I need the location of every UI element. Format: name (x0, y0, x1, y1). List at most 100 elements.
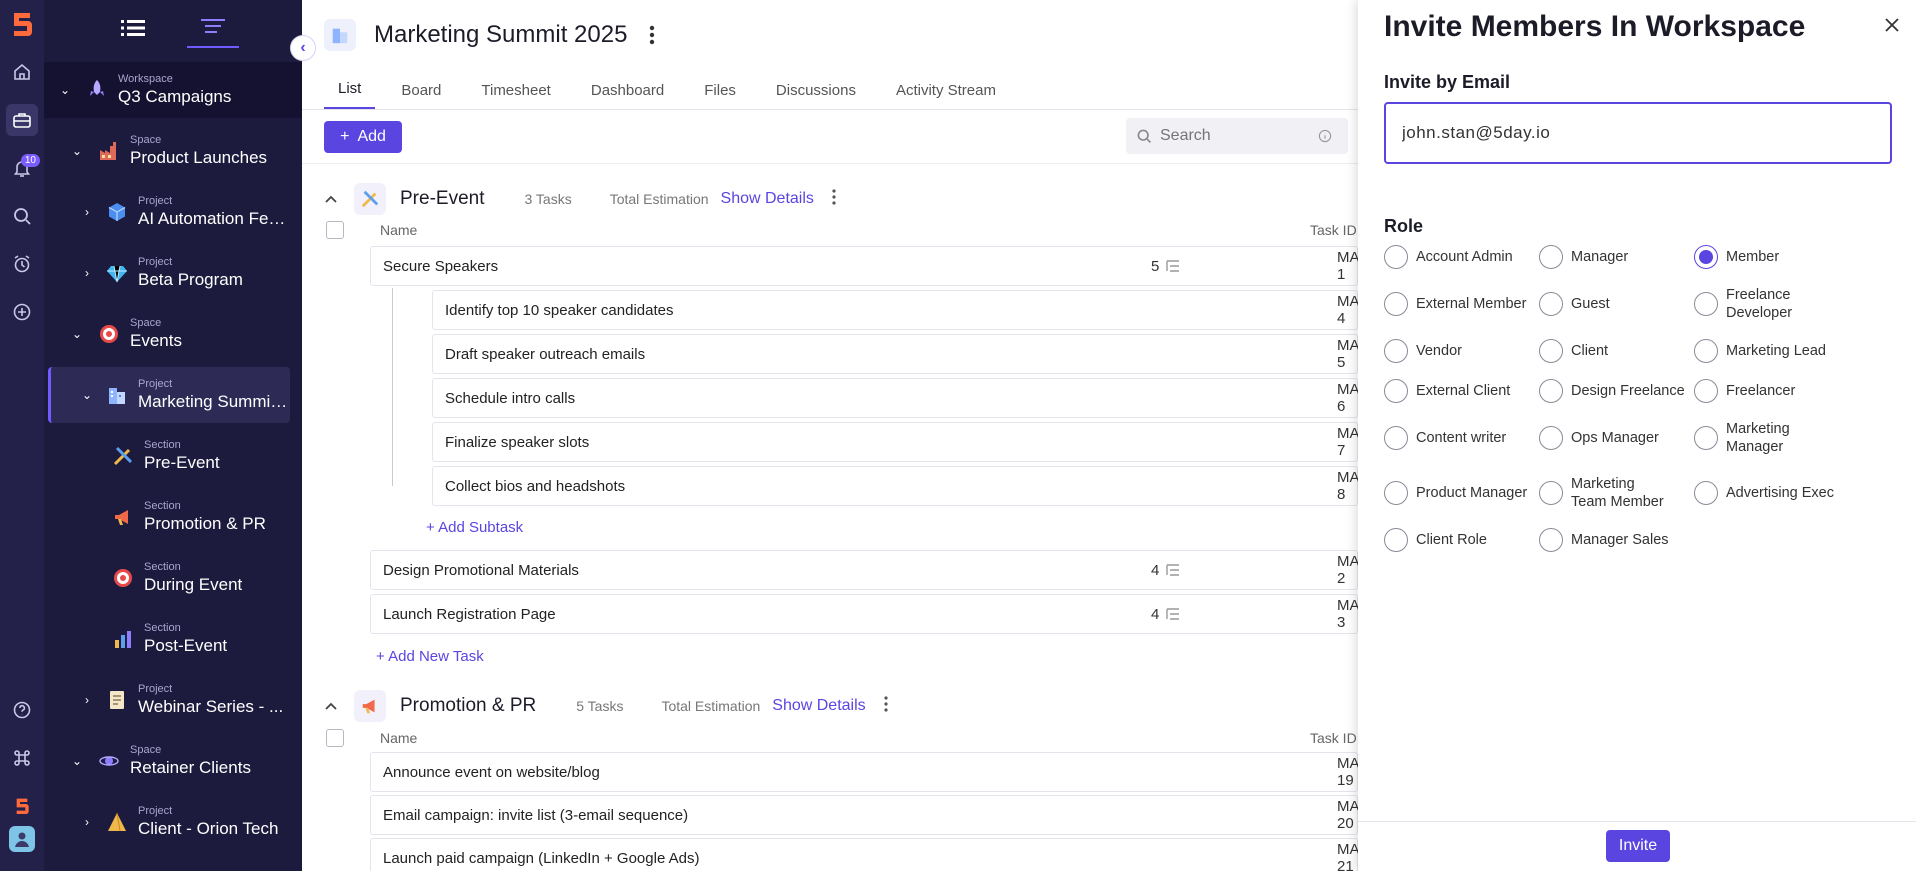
invite-button[interactable]: Invite (1606, 830, 1670, 862)
tab-board[interactable]: Board (387, 82, 455, 109)
radio-button[interactable] (1384, 481, 1408, 505)
table-row[interactable]: Announce event on website/blog MA40-19 (370, 752, 1381, 792)
select-all-checkbox[interactable] (326, 221, 344, 239)
chevron-up-icon[interactable] (324, 191, 342, 207)
radio-button[interactable] (1384, 528, 1408, 552)
search-input[interactable] (1160, 127, 1310, 145)
radio-button[interactable] (1539, 379, 1563, 403)
table-row[interactable]: Design Promotional Materials 4 MA40-2 (370, 550, 1381, 590)
briefcase-icon[interactable] (6, 104, 38, 136)
role-option[interactable]: Marketing Team Member (1539, 475, 1669, 511)
bell-icon[interactable]: 10 (6, 152, 40, 184)
radio-button[interactable] (1694, 481, 1718, 505)
tree-node-project-ai-automation[interactable]: › Project AI Automation Fea... (44, 184, 302, 240)
role-option[interactable]: Client Role (1384, 528, 1544, 552)
info-icon[interactable] (1318, 129, 1332, 143)
select-all-checkbox[interactable] (326, 729, 344, 747)
alarm-clock-icon[interactable] (6, 248, 38, 280)
home-icon[interactable] (6, 56, 38, 88)
radio-button[interactable] (1694, 379, 1718, 403)
radio-button[interactable] (1539, 481, 1563, 505)
role-option[interactable]: Manager Sales (1539, 528, 1699, 552)
tree-node-section-during-event[interactable]: Section During Event (44, 550, 302, 606)
search-box[interactable] (1126, 118, 1348, 154)
subtask-row[interactable]: Collect bios and headshots MA40-8 (432, 466, 1381, 506)
tree-node-project-webinar-series[interactable]: › Project Webinar Series - ... (44, 672, 302, 728)
collapse-sidebar-button[interactable]: ‹ (290, 35, 316, 61)
radio-button[interactable] (1539, 528, 1563, 552)
role-option[interactable]: Member (1694, 245, 1854, 269)
role-option[interactable]: Freelance Developer (1694, 286, 1814, 322)
role-option[interactable]: External Member (1384, 292, 1544, 316)
role-option[interactable]: Advertising Exec (1694, 481, 1854, 505)
chevron-up-icon[interactable] (324, 698, 342, 714)
role-option[interactable]: Vendor (1384, 339, 1544, 363)
show-details-link[interactable]: Show Details (721, 190, 814, 208)
table-row[interactable]: Secure Speakers 5 MA40-1 (370, 246, 1381, 286)
radio-button[interactable] (1694, 292, 1718, 316)
table-row[interactable]: Launch Registration Page 4 MA40-3 (370, 594, 1381, 634)
command-icon[interactable] (6, 742, 38, 774)
tree-node-section-pre-event[interactable]: Section Pre-Event (44, 428, 302, 484)
add-circle-icon[interactable] (6, 296, 38, 328)
role-option[interactable]: Manager (1539, 245, 1699, 269)
tree-node-project-marketing-summit[interactable]: ⌄ Project Marketing Summit... (48, 367, 290, 423)
role-option[interactable]: Design Freelance (1539, 379, 1689, 403)
tab-activity-stream[interactable]: Activity Stream (882, 82, 1010, 109)
role-option[interactable]: Marketing Manager (1694, 420, 1814, 456)
radio-button[interactable] (1539, 426, 1563, 450)
radio-button[interactable] (1384, 292, 1408, 316)
tab-timesheet[interactable]: Timesheet (467, 82, 564, 109)
subtask-row[interactable]: Draft speaker outreach emails MA40-5 (432, 334, 1381, 374)
radio-button[interactable] (1694, 339, 1718, 363)
role-option[interactable]: Product Manager (1384, 481, 1544, 505)
radio-button[interactable] (1539, 245, 1563, 269)
radio-button[interactable] (1694, 245, 1718, 269)
tree-view-icon[interactable] (187, 8, 239, 48)
search-icon[interactable] (6, 200, 38, 232)
tree-node-project-client-orion[interactable]: › Project Client - Orion Tech (44, 794, 302, 850)
brand-mark-icon[interactable] (6, 790, 38, 822)
more-options-icon[interactable] (884, 695, 888, 717)
add-new-task-link[interactable]: + Add New Task (376, 648, 484, 665)
list-view-icon[interactable] (107, 8, 159, 48)
radio-button[interactable] (1694, 426, 1718, 450)
tree-node-section-promotion-pr[interactable]: Section Promotion & PR (44, 489, 302, 545)
more-options-icon[interactable] (649, 24, 655, 46)
subtask-row[interactable]: Schedule intro calls MA40-6 (432, 378, 1381, 418)
tab-discussions[interactable]: Discussions (762, 82, 870, 109)
role-option[interactable]: Account Admin (1384, 245, 1544, 269)
tab-dashboard[interactable]: Dashboard (577, 82, 678, 109)
show-details-link[interactable]: Show Details (772, 697, 865, 715)
tree-node-space-product-launches[interactable]: ⌄ Space Product Launches (44, 123, 302, 179)
tree-node-project-partial[interactable]: Project (44, 855, 302, 871)
role-option[interactable]: Content writer (1384, 426, 1544, 450)
radio-button[interactable] (1384, 379, 1408, 403)
radio-button[interactable] (1384, 245, 1408, 269)
tree-node-workspace[interactable]: ⌄ Workspace Q3 Campaigns (44, 62, 302, 118)
email-field[interactable] (1384, 102, 1892, 164)
close-icon[interactable] (1884, 16, 1900, 39)
tree-node-section-post-event[interactable]: Section Post-Event (44, 611, 302, 667)
radio-button[interactable] (1539, 339, 1563, 363)
role-option[interactable]: Guest (1539, 292, 1699, 316)
tab-files[interactable]: Files (690, 82, 750, 109)
role-option[interactable]: Freelancer (1694, 379, 1854, 403)
tree-node-project-beta-program[interactable]: › Project Beta Program (44, 245, 302, 301)
tree-node-space-retainer-clients[interactable]: ⌄ Space Retainer Clients (44, 733, 302, 789)
table-row[interactable]: Launch paid campaign (LinkedIn + Google … (370, 838, 1381, 871)
add-button[interactable]: + Add (324, 121, 402, 153)
radio-button[interactable] (1539, 292, 1563, 316)
role-option[interactable]: External Client (1384, 379, 1544, 403)
more-options-icon[interactable] (832, 188, 836, 210)
radio-button[interactable] (1384, 426, 1408, 450)
tree-node-space-events[interactable]: ⌄ Space Events (44, 306, 302, 362)
role-option[interactable]: Ops Manager (1539, 426, 1699, 450)
app-logo-icon[interactable] (6, 8, 38, 40)
role-option[interactable]: Marketing Lead (1694, 339, 1854, 363)
subtask-row[interactable]: Identify top 10 speaker candidates MA40-… (432, 290, 1381, 330)
role-option[interactable]: Client (1539, 339, 1699, 363)
subtask-row[interactable]: Finalize speaker slots MA40-7 (432, 422, 1381, 462)
add-subtask-link[interactable]: + Add Subtask (426, 519, 523, 536)
radio-button[interactable] (1384, 339, 1408, 363)
